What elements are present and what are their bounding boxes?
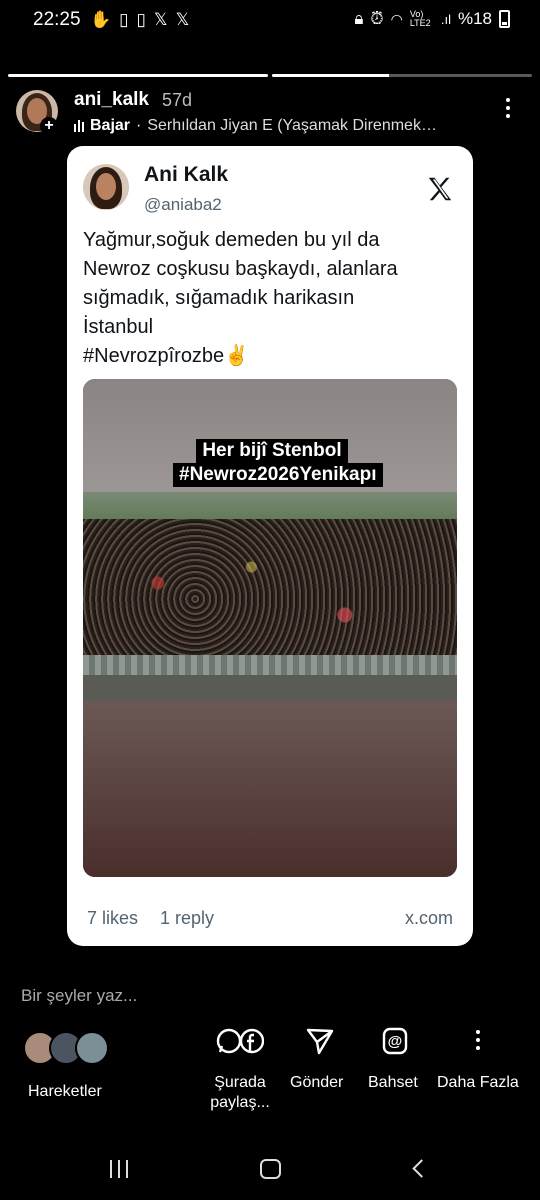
more-icon[interactable]	[474, 1030, 482, 1050]
signal-icon: .ıl	[440, 11, 451, 27]
media-caption: Her bijî Stenbol #Newroz2026Yenikapı	[173, 439, 383, 487]
more-label[interactable]: Daha Fazla	[437, 1073, 519, 1093]
status-time: 22:25	[33, 9, 81, 30]
media-caption-hashtag: #Newroz2026Yenikapı	[173, 463, 383, 487]
tweet-card[interactable]: Ani Kalk @aniaba2 Yağmur,soğuk demeden b…	[67, 146, 473, 946]
likes-count: 7 likes	[87, 908, 139, 928]
story-actions-bar: Hareketler Şurada paylaş... Gönder @ Bah…	[0, 1026, 540, 1140]
battery-text: %18	[457, 9, 492, 28]
send-label[interactable]: Gönder	[290, 1073, 343, 1093]
hand-icon: ✋	[90, 10, 112, 29]
separator: ·	[136, 117, 142, 134]
status-right: 🔒︎ ⏰︎ ◠ Vo) LTE2 .ıl %18	[354, 9, 510, 29]
progress-segment	[8, 74, 268, 77]
tweet-handle: @aniaba2	[144, 195, 222, 214]
mention-icon[interactable]: @	[382, 1027, 408, 1055]
more-options-icon[interactable]	[500, 98, 516, 118]
tweet-avatar	[83, 164, 129, 210]
whatsapp-facebook-icon[interactable]	[216, 1027, 264, 1055]
tweet-author: Ani Kalk	[144, 163, 229, 186]
media-caption-line: Her bijî Stenbol	[196, 439, 348, 463]
back-icon[interactable]	[412, 1159, 431, 1178]
tweet-source: x.com	[404, 908, 453, 928]
activity-button[interactable]	[23, 1031, 109, 1065]
music-track: Serhıldan Jiyan E (Yaşamak Direnmek…	[147, 117, 437, 134]
username[interactable]: ani_kalk	[74, 89, 149, 111]
tweet-text: Yağmur,soğuk demeden bu yıl da Newroz co…	[83, 229, 398, 367]
progress-fill	[272, 74, 389, 77]
tweet-media[interactable]: Her bijî Stenbol #Newroz2026Yenikapı	[83, 379, 457, 877]
activity-label[interactable]: Hareketler	[28, 1082, 102, 1102]
notification-icons: ✋ ▯ ▯ 𝕏 𝕏	[90, 10, 189, 30]
mention-label[interactable]: Bahset	[368, 1073, 418, 1093]
x-notification-icon: 𝕏	[153, 10, 168, 29]
post-age: 57d	[162, 90, 193, 110]
svg-text:@: @	[388, 1033, 403, 1050]
alarm-icon: ⏰︎	[370, 9, 384, 28]
reply-input[interactable]	[21, 984, 501, 1008]
home-icon[interactable]	[260, 1159, 281, 1179]
progress-fill	[8, 74, 268, 77]
x-logo-icon	[428, 177, 452, 201]
sim-icon: ▯	[119, 10, 129, 29]
status-bar: 22:25 ✋ ▯ ▯ 𝕏 𝕏 🔒︎ ⏰︎ ◠ Vo) LTE2 .ıl %18	[0, 0, 540, 40]
battery-icon	[499, 10, 510, 28]
music-bars-icon	[74, 120, 84, 132]
recent-apps-icon[interactable]	[110, 1160, 128, 1178]
progress-segment	[272, 74, 532, 77]
lock-icon: 🔒︎	[354, 9, 364, 28]
replies-count: 1 reply	[160, 908, 215, 928]
viewer-avatar	[75, 1031, 109, 1065]
sim-icon: ▯	[136, 10, 146, 29]
wifi-icon: ◠	[390, 10, 403, 27]
network-label: Vo) LTE2	[409, 9, 431, 28]
system-nav-bar	[0, 1140, 540, 1200]
send-icon[interactable]	[306, 1027, 334, 1055]
add-story-icon[interactable]: +	[40, 117, 58, 135]
x-notification-icon: 𝕏	[175, 10, 190, 29]
music-artist: Bajar	[90, 117, 131, 134]
tweet-footer: 7 likes 1 reply x.com	[87, 908, 453, 929]
share-label[interactable]: Şurada paylaş...	[208, 1073, 272, 1113]
story-progress	[8, 74, 532, 77]
music-info[interactable]: Bajar · Serhıldan Jiyan E (Yaşamak Diren…	[74, 117, 474, 135]
